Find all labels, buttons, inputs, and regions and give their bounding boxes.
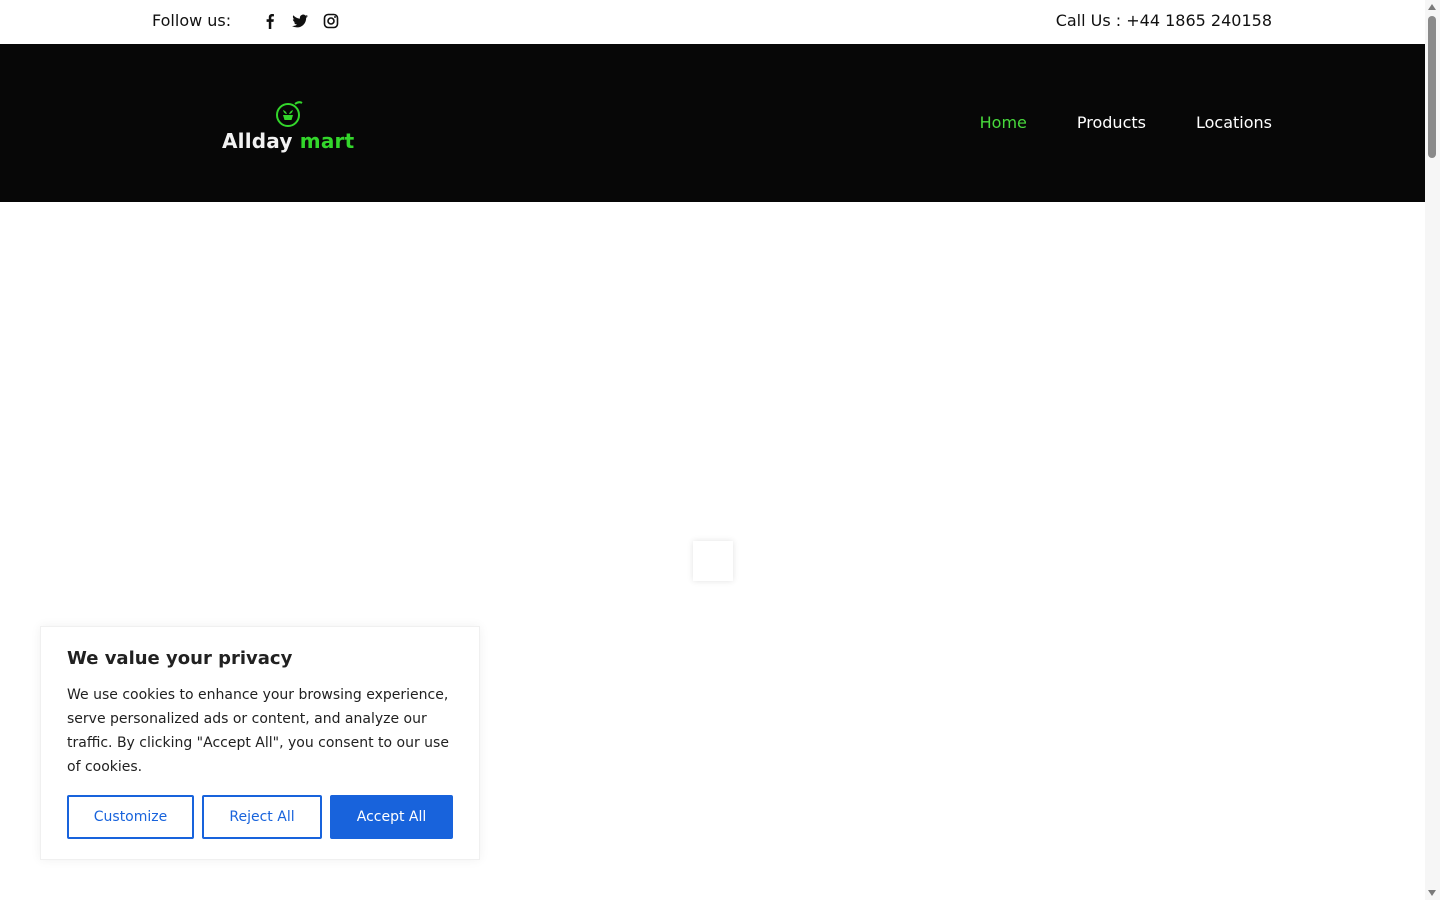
accept-all-button[interactable]: Accept All bbox=[330, 795, 453, 839]
nav-locations[interactable]: Locations bbox=[1196, 113, 1272, 133]
logo-wordmark: Allday mart bbox=[222, 128, 354, 154]
cookie-title: We value your privacy bbox=[67, 648, 293, 669]
logo-word-allday: Allday bbox=[222, 129, 293, 153]
loading-spinner bbox=[693, 541, 733, 581]
nav-products[interactable]: Products bbox=[1077, 113, 1146, 133]
top-bar: Follow us: Call Us : +44 1865 240158 bbox=[0, 0, 1425, 44]
site-header: Allday mart Home Products Locations bbox=[0, 44, 1425, 202]
follow-us-label: Follow us: bbox=[152, 11, 232, 30]
page: Follow us: Call Us : +44 1865 240158 All… bbox=[0, 0, 1425, 900]
site-logo[interactable]: Allday mart bbox=[222, 100, 362, 156]
scroll-up-arrow-icon[interactable] bbox=[1428, 4, 1436, 10]
facebook-icon[interactable] bbox=[261, 12, 279, 30]
cookie-consent-banner: We value your privacy We use cookies to … bbox=[40, 626, 480, 860]
call-us-text: Call Us : +44 1865 240158 bbox=[1055, 11, 1272, 30]
nav-home[interactable]: Home bbox=[980, 113, 1027, 133]
cookie-description: We use cookies to enhance your browsing … bbox=[67, 687, 449, 775]
instagram-icon[interactable] bbox=[322, 12, 340, 30]
reject-all-button[interactable]: Reject All bbox=[202, 795, 322, 839]
main-nav: Home Products Locations bbox=[980, 113, 1272, 133]
vertical-scrollbar[interactable] bbox=[1425, 0, 1440, 900]
logo-word-mart: mart bbox=[299, 129, 355, 153]
leaf-basket-logo-icon bbox=[276, 101, 303, 127]
twitter-icon[interactable] bbox=[291, 12, 309, 30]
scroll-down-arrow-icon[interactable] bbox=[1428, 890, 1436, 896]
scroll-thumb[interactable] bbox=[1428, 16, 1436, 158]
customize-button[interactable]: Customize bbox=[67, 795, 194, 839]
